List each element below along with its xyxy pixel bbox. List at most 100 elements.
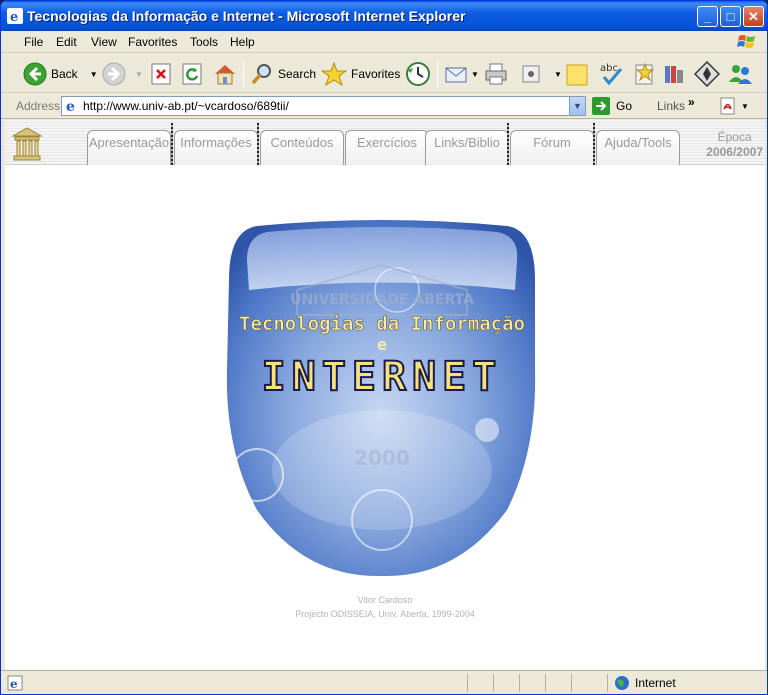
links-chevron-icon[interactable]: »	[688, 95, 695, 109]
credit-author: Vitor Cardoso	[357, 595, 413, 605]
tab-divider	[257, 123, 259, 165]
epoca-block: Época 2006/2007	[706, 130, 763, 160]
tab-conteudos[interactable]: Conteúdos	[260, 130, 344, 165]
menu-help[interactable]: Help	[230, 35, 255, 49]
star-icon	[321, 62, 347, 86]
status-cell	[519, 674, 545, 692]
hero-title-line1: Tecnologias da Informação	[239, 313, 525, 335]
edit-dropdown-icon[interactable]: ▼	[554, 70, 562, 79]
maximize-button[interactable]: □	[720, 6, 741, 27]
page-icon: e	[66, 99, 75, 114]
back-label: Back	[51, 67, 78, 81]
address-url[interactable]: http://www.univ-ab.pt/~vcardoso/689tii/	[83, 99, 289, 113]
tab-ajuda-tools[interactable]: Ajuda/Tools	[596, 130, 680, 165]
forward-dropdown-icon: ▼	[135, 69, 143, 79]
go-button[interactable]: Go	[592, 96, 632, 116]
compass-icon	[694, 61, 720, 87]
globe-icon	[615, 676, 629, 690]
toolbar-separator	[243, 60, 244, 88]
address-bar: Address e http://www.univ-ab.pt/~vcardos…	[1, 94, 767, 119]
books-icon	[665, 66, 683, 83]
pdf-icon	[720, 97, 735, 115]
close-button[interactable]: ✕	[743, 6, 764, 27]
msn-button[interactable]	[727, 61, 753, 87]
standard-toolbar: Back ▼ ▼ Search Favorites ▼ ▼ abc	[1, 54, 767, 93]
tab-exercicios[interactable]: Exercícios	[345, 130, 429, 165]
stop-button[interactable]	[151, 61, 171, 87]
go-arrow-icon	[592, 97, 610, 115]
search-icon	[251, 64, 271, 85]
back-button[interactable]: Back ▼	[23, 61, 98, 87]
edit-button[interactable]: ▼	[520, 61, 562, 87]
search-button[interactable]: Search	[250, 61, 316, 87]
note-icon	[566, 64, 588, 86]
links-label[interactable]: Links	[657, 99, 685, 113]
university-logo-icon[interactable]	[11, 126, 43, 162]
favorites-button[interactable]: Favorites	[321, 61, 400, 87]
research-button[interactable]	[633, 61, 657, 87]
home-icon	[215, 65, 235, 85]
tab-divider	[507, 123, 509, 165]
status-bar: e Internet	[1, 670, 767, 694]
pdf-dropdown-icon[interactable]: ▼	[741, 102, 749, 111]
print-button[interactable]	[484, 61, 508, 87]
history-button[interactable]	[405, 61, 431, 87]
toolbar-separator	[437, 60, 438, 88]
credit-project: Projecto ODISSEIA, Univ. Aberta, 1999-20…	[295, 609, 475, 619]
status-cell	[467, 674, 493, 692]
menu-view[interactable]: View	[91, 35, 117, 49]
tab-links-biblio[interactable]: Links/Biblio	[425, 130, 509, 165]
stop-icon	[151, 63, 171, 85]
refresh-icon	[182, 63, 202, 85]
address-field[interactable]: e http://www.univ-ab.pt/~vcardoso/689tii…	[61, 96, 586, 116]
hero-title-line2: e	[377, 335, 387, 354]
tab-apresentacao[interactable]: Apresentação	[87, 130, 171, 165]
title-bar[interactable]: e Tecnologias da Informação e Internet -…	[1, 1, 767, 31]
messenger-button[interactable]	[662, 61, 686, 87]
spellcheck-icon: abc	[600, 63, 623, 86]
svg-text:e: e	[10, 10, 18, 24]
pdf-button[interactable]: ▼	[719, 97, 749, 115]
back-dropdown-icon[interactable]: ▼	[90, 70, 98, 79]
watermark-text: UNIVERSIDADE ABERTA	[290, 292, 474, 308]
page-content: Apresentação Informações Conteúdos Exerc…	[5, 120, 765, 670]
site-nav-bar: Apresentação Informações Conteúdos Exerc…	[5, 120, 765, 165]
address-dropdown-icon[interactable]: ▼	[569, 97, 585, 115]
status-cell	[493, 674, 519, 692]
hero-banner: UNIVERSIDADE ABERTA 2000 Tecnologias da …	[226, 220, 536, 577]
menu-file[interactable]: File	[24, 35, 43, 49]
minimize-button[interactable]: _	[697, 6, 718, 27]
research-icon	[635, 62, 655, 85]
address-label: Address	[16, 99, 61, 113]
window-title: Tecnologias da Informação e Internet - M…	[27, 8, 466, 24]
edit-page-icon	[522, 65, 540, 83]
refresh-button[interactable]	[182, 61, 202, 87]
nav-button[interactable]	[694, 61, 720, 87]
tab-forum[interactable]: Fórum	[510, 130, 594, 165]
menu-bar: File Edit View Favorites Tools Help	[1, 31, 767, 53]
history-icon	[406, 62, 430, 86]
menu-favorites[interactable]: Favorites	[128, 35, 177, 49]
spelling-button[interactable]: abc	[599, 61, 625, 87]
tab-divider	[171, 123, 173, 165]
page-status-icon: e	[7, 675, 23, 691]
mail-button[interactable]: ▼	[445, 61, 479, 87]
mail-dropdown-icon[interactable]: ▼	[471, 70, 479, 79]
printer-icon	[485, 63, 507, 85]
discuss-button[interactable]	[566, 61, 588, 87]
svg-text:e: e	[66, 99, 75, 114]
menu-edit[interactable]: Edit	[56, 35, 77, 49]
forward-arrow-icon	[102, 62, 126, 86]
epoca-value: 2006/2007	[706, 145, 763, 159]
menu-tools[interactable]: Tools	[190, 35, 218, 49]
search-label: Search	[278, 67, 317, 81]
tab-informacoes[interactable]: Informações	[174, 130, 258, 165]
home-button[interactable]	[212, 61, 238, 87]
status-cell	[571, 674, 607, 692]
status-cell	[545, 674, 571, 692]
security-zone[interactable]: Internet	[614, 675, 676, 691]
favorites-label: Favorites	[351, 67, 401, 81]
forward-button[interactable]: ▼	[102, 61, 143, 87]
svg-text:abc: abc	[600, 63, 618, 74]
hero-title-line3: INTERNET	[262, 354, 503, 400]
